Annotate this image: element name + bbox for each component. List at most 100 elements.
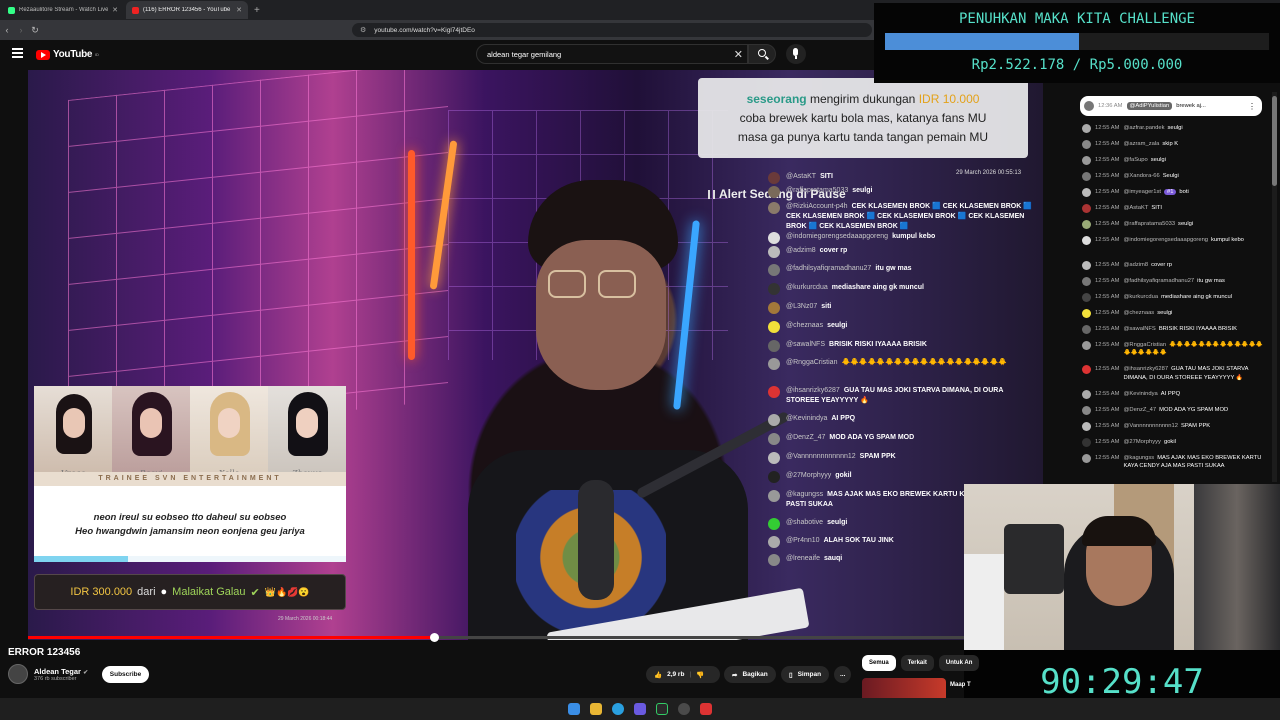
like-icon[interactable]: 👍 (654, 671, 662, 679)
search-input[interactable]: aldean tegar gemilang ✕ (476, 44, 748, 64)
username[interactable]: @indomiegorengsedaaapgoreng (1124, 237, 1209, 243)
browser-tab-stream[interactable]: Rezaaulitore Stream - Watch Live on ✕ (2, 1, 124, 19)
edge-icon[interactable] (612, 703, 624, 715)
youtube-logo[interactable]: YouTube ID (36, 49, 99, 60)
media-player-icon[interactable] (656, 703, 668, 715)
avatar[interactable] (1082, 236, 1091, 245)
username[interactable]: @cheznaas (1124, 310, 1155, 316)
video-player[interactable]: Vraga Reeyi Xelle Zhouye TRA (28, 70, 1043, 640)
avatar[interactable] (1082, 172, 1091, 181)
chat-message[interactable]: 12:55 AM @sawalNFS BRISIK RISKI IYAAAA BRI… (1082, 324, 1264, 334)
like-count[interactable]: 2,9 rb (667, 671, 684, 678)
site-info-icon[interactable]: ⚙ (360, 26, 366, 34)
pinned-message[interactable]: 12:36 AM @AdiPYulistian brewek aj... ⋮ (1080, 96, 1262, 116)
chat-message[interactable]: 12:55 AM @DenzZ_47 MOD ADA YG SPAM MOD (1082, 405, 1264, 415)
username[interactable]: @faSupo (1124, 157, 1148, 163)
address-bar[interactable]: ⚙ youtube.com/watch?v=Kigl74jtDEo (352, 23, 872, 37)
avatar[interactable] (1082, 421, 1091, 431)
chat-message[interactable]: 12:55 AM @27Morphyyy gokil (1082, 437, 1264, 447)
username[interactable]: @ihsanrizky6287 (1124, 366, 1169, 372)
avatar[interactable] (1082, 389, 1091, 399)
chip-related[interactable]: Terkait (900, 655, 934, 671)
new-tab-icon[interactable]: + (248, 5, 266, 16)
reload-icon[interactable]: ↻ (28, 25, 42, 36)
avatar[interactable] (1082, 340, 1091, 350)
brave-icon[interactable] (700, 703, 712, 715)
scrubber-handle[interactable] (430, 633, 439, 642)
forward-icon[interactable]: › (14, 25, 28, 35)
username[interactable]: @Xandora-66 (1124, 173, 1160, 179)
avatar[interactable] (1082, 276, 1091, 286)
chat-message[interactable]: 12:55 AM @imyeager1st #1 boti (1082, 188, 1264, 197)
username[interactable]: @Kevinindya (1124, 391, 1158, 397)
file-explorer-icon[interactable] (590, 703, 602, 715)
username[interactable]: @azfrar.pandek (1124, 125, 1165, 131)
chat-message[interactable]: 12:55 AM @AstaKT SITI (1082, 204, 1264, 213)
avatar[interactable] (1082, 405, 1091, 415)
avatar[interactable] (1082, 124, 1091, 133)
back-icon[interactable]: ‹ (0, 25, 14, 35)
subscribe-button[interactable]: Subscribe (102, 666, 149, 683)
chat-message[interactable]: 12:55 AM @Kevinindya AI PPQ (1082, 389, 1264, 399)
browser-tab-youtube[interactable]: (116) ERROR 123456 - YouTube ✕ (126, 1, 248, 19)
chat-message[interactable]: 12:55 AM @kagungss MAS AJAK MAS EKO BREWEK… (1082, 453, 1264, 471)
username[interactable]: @raffapratama5033 (1124, 221, 1176, 227)
username[interactable]: @kurkurcdua (1124, 294, 1159, 300)
chat-message[interactable]: 12:55 AM @adzim8 cover rp (1082, 260, 1264, 270)
channel-info[interactable]: Aldean Tegar ✔ 376 rb subscriber (8, 664, 88, 684)
avatar[interactable] (1082, 437, 1091, 447)
avatar[interactable] (1082, 220, 1091, 229)
username[interactable]: @27Morphyyy (1124, 439, 1161, 445)
username[interactable]: @DenzZ_47 (1124, 407, 1157, 413)
chat-message[interactable]: 12:55 AM @raffapratama5033 seulgi (1082, 220, 1264, 229)
obs-icon[interactable] (678, 703, 690, 715)
chat-message[interactable]: 12:55 AM @azram_zala skip K (1082, 140, 1264, 149)
chat-message[interactable]: 12:55 AM @kurkurcdua mediashare aing gk mu… (1082, 292, 1264, 302)
username[interactable]: @Vannnnnnnnnnn12 (1124, 423, 1178, 429)
more-actions-button[interactable]: ... (834, 666, 852, 683)
username[interactable]: @RnggaCristian (1124, 342, 1167, 348)
chat-message[interactable]: 12:55 AM @fadhilsyafiqramadhanu27 itu gw m… (1082, 276, 1264, 286)
avatar[interactable] (1082, 292, 1091, 302)
search-button[interactable] (748, 44, 776, 64)
chat-message[interactable]: 12:55 AM @faSupo seulgi (1082, 156, 1264, 165)
username[interactable]: @AstaKT (1124, 205, 1149, 211)
channel-avatar[interactable] (8, 664, 28, 684)
username[interactable]: @kagungss (1124, 455, 1155, 461)
windows-start-icon[interactable] (568, 703, 580, 715)
chat-message[interactable]: 12:55 AM @ihsanrizky6287 GUA TAU MAS JOKI … (1082, 365, 1264, 382)
chat-message[interactable]: 12:55 AM @cheznaas seulgi (1082, 308, 1264, 318)
dislike-icon[interactable]: 👎 (696, 671, 704, 679)
avatar[interactable] (1082, 324, 1091, 334)
chat-message[interactable]: 12:55 AM @Vannnnnnnnnnn12 SPAM PPK (1082, 421, 1264, 431)
chat-message[interactable]: 12:55 AM @Xandora-66 Seulgi (1082, 172, 1264, 181)
chat-message[interactable]: 12:55 AM @azfrar.pandek seulgi (1082, 124, 1264, 133)
username[interactable]: @imyeager1st (1124, 189, 1161, 195)
username[interactable]: @sawalNFS (1124, 326, 1156, 332)
username[interactable]: @azram_zala (1124, 141, 1160, 147)
suggested-video-title[interactable]: Maap T (950, 682, 971, 688)
username[interactable]: @fadhilsyafiqramadhanu27 (1124, 278, 1195, 284)
avatar[interactable] (1082, 188, 1091, 197)
avatar[interactable] (1082, 140, 1091, 149)
avatar[interactable] (1082, 156, 1091, 165)
avatar[interactable] (1082, 365, 1091, 374)
channel-name[interactable]: Aldean Tegar ✔ (34, 667, 88, 676)
avatar[interactable] (1082, 204, 1091, 213)
chat-message[interactable]: 12:55 AM @RnggaCristian 🐥🐥🐥🐥🐥🐥🐥🐥🐥🐥🐥🐥🐥🐥🐥🐥🐥🐥… (1082, 340, 1264, 358)
share-button[interactable]: ➦ Bagikan (724, 666, 776, 683)
chat-scrollbar[interactable] (1272, 92, 1277, 482)
avatar[interactable] (1082, 260, 1091, 270)
avatar[interactable] (1082, 453, 1091, 463)
close-tab-icon[interactable]: ✕ (236, 6, 242, 14)
avatar[interactable] (1082, 308, 1091, 318)
close-tab-icon[interactable]: ✕ (112, 6, 118, 14)
menu-icon[interactable] (12, 48, 23, 58)
video-progress-bar[interactable] (28, 633, 1043, 642)
clear-search-icon[interactable]: ✕ (734, 48, 743, 61)
discord-icon[interactable] (634, 703, 646, 715)
more-options-icon[interactable]: ⋮ (1248, 102, 1256, 111)
voice-search-icon[interactable] (786, 44, 806, 64)
chat-message[interactable]: 12:55 AM @indomiegorengsedaaapgoreng kumpu… (1082, 236, 1264, 245)
chip-for-you[interactable]: Untuk An (938, 655, 980, 671)
